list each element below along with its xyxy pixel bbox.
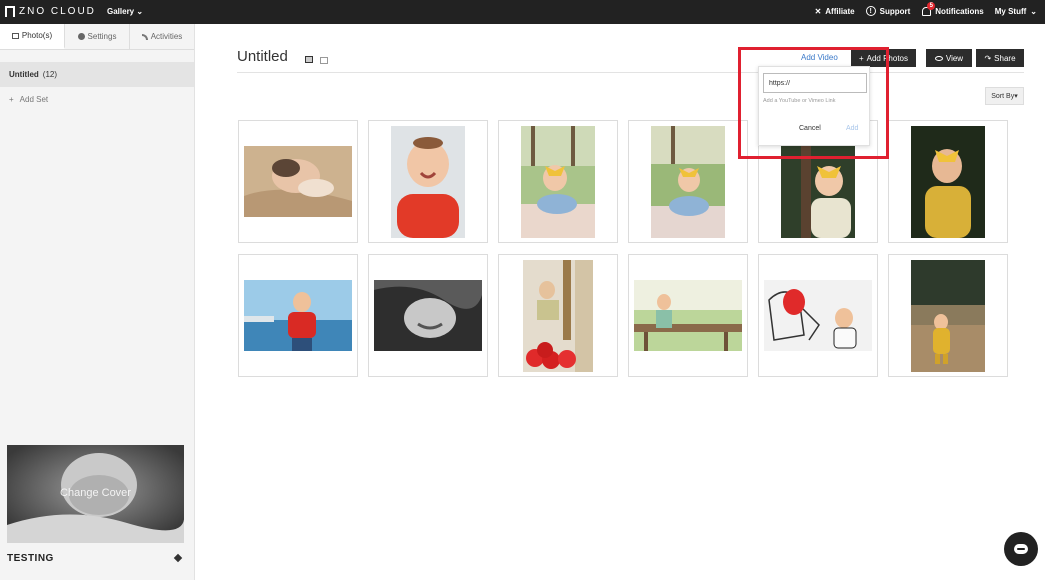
photo-tile[interactable] [888, 120, 1008, 243]
main-content: Untitled Add Video + Add Photos View ↷ S… [195, 24, 1045, 580]
photo-thumbnail [523, 259, 593, 372]
plus-icon: + [9, 94, 14, 104]
zno-logo-icon [5, 6, 15, 17]
photo-thumbnail [764, 280, 872, 351]
photo-tile[interactable] [498, 254, 618, 377]
chevron-down-icon: ⌄ [1030, 6, 1037, 16]
bell-icon: 5 [921, 2, 936, 16]
chat-button[interactable] [1004, 532, 1038, 566]
photo-tile[interactable] [238, 120, 358, 243]
gallery-menu-label: Gallery [107, 7, 135, 16]
brand-name: ZNO CLOUD [19, 6, 96, 17]
photo-tile[interactable] [628, 120, 748, 243]
share-button[interactable]: ↷ Share [976, 49, 1024, 67]
chat-icon [1014, 544, 1028, 554]
caret-down-icon: ▾ [1014, 93, 1018, 100]
photo-thumbnail [911, 259, 985, 372]
share-label: Share [994, 53, 1016, 63]
tab-activities-label: Activities [150, 32, 183, 41]
tab-activities[interactable]: Activities [130, 24, 194, 49]
photo-thumbnail [634, 280, 742, 351]
photo-tile[interactable] [628, 254, 748, 377]
title-divider [237, 72, 1024, 73]
highlight-box [738, 47, 889, 159]
photo-tile[interactable] [238, 254, 358, 377]
photo-thumbnail [244, 146, 352, 217]
album-title: Untitled [237, 48, 288, 65]
tab-photos[interactable]: Photo(s) [0, 24, 65, 49]
support-link[interactable]: ! Support [865, 6, 911, 16]
affiliate-link[interactable]: ✕ Affiliate [815, 7, 855, 16]
gallery-menu[interactable]: Gallery ⌄ [107, 7, 143, 16]
add-set-label: Add Set [19, 94, 49, 104]
tab-settings[interactable]: Settings [65, 24, 130, 49]
sort-by-dropdown[interactable]: Sort By ▾ [985, 87, 1024, 105]
top-navigation-bar: ZNO CLOUD Gallery ⌄ ✕ Affiliate ! Suppor… [0, 0, 1045, 24]
notifications-label: Notifications [935, 6, 984, 16]
notifications-badge: 5 [927, 2, 936, 10]
add-set-button[interactable]: + Add Set [0, 87, 194, 111]
rss-icon [141, 33, 148, 40]
brand-logo[interactable]: ZNO CLOUD [5, 6, 96, 17]
photo-thumbnail [911, 125, 985, 238]
cover-image[interactable]: Change Cover [7, 445, 184, 543]
gear-icon [77, 33, 85, 40]
view-label: View [945, 53, 964, 63]
chevron-down-icon: ⌄ [136, 7, 144, 16]
notifications-link[interactable]: 5 Notifications [921, 2, 984, 16]
photo-tile[interactable] [888, 254, 1008, 377]
collection-name: TESTING [7, 553, 54, 564]
image-settings-icon[interactable] [320, 57, 328, 64]
photo-tile[interactable] [368, 120, 488, 243]
photo-thumbnail [651, 125, 725, 238]
sidebar-tabs: Photo(s) Settings Activities [0, 24, 194, 50]
app-window: ZNO CLOUD Gallery ⌄ ✕ Affiliate ! Suppor… [0, 0, 1045, 580]
top-right-links: ✕ Affiliate ! Support 5 Notifications My… [815, 2, 1037, 16]
support-label: Support [879, 6, 911, 16]
set-name: Untitled [9, 70, 39, 79]
tab-settings-label: Settings [87, 32, 117, 41]
view-button[interactable]: View [926, 49, 972, 67]
photo-tile[interactable] [368, 254, 488, 377]
photo-tile[interactable] [498, 120, 618, 243]
my-stuff-label: My Stuff [994, 6, 1027, 16]
eye-icon [934, 55, 943, 61]
cover-image-icon[interactable] [305, 56, 313, 63]
affiliate-icon: ✕ [814, 6, 822, 16]
tab-photos-label: Photo(s) [21, 31, 53, 40]
set-count: (12) [42, 70, 58, 79]
photo-thumbnail [374, 280, 482, 351]
photo-thumbnail [244, 280, 352, 351]
share-arrow-icon: ↷ [984, 53, 992, 63]
pencil-icon[interactable] [173, 553, 183, 563]
photo-icon [11, 32, 19, 39]
photo-thumbnail [521, 125, 595, 238]
photo-tile[interactable] [758, 254, 878, 377]
sidebar: Photo(s) Settings Activities Untitled (1… [0, 24, 195, 580]
sort-by-label: Sort By [991, 92, 1015, 100]
set-item-untitled[interactable]: Untitled (12) [0, 62, 194, 87]
photo-thumbnail [391, 125, 465, 238]
affiliate-label: Affiliate [825, 6, 855, 16]
change-cover-label: Change Cover [60, 487, 131, 499]
my-stuff-menu[interactable]: My Stuff ⌄ [995, 7, 1037, 16]
info-icon: ! [865, 6, 876, 16]
